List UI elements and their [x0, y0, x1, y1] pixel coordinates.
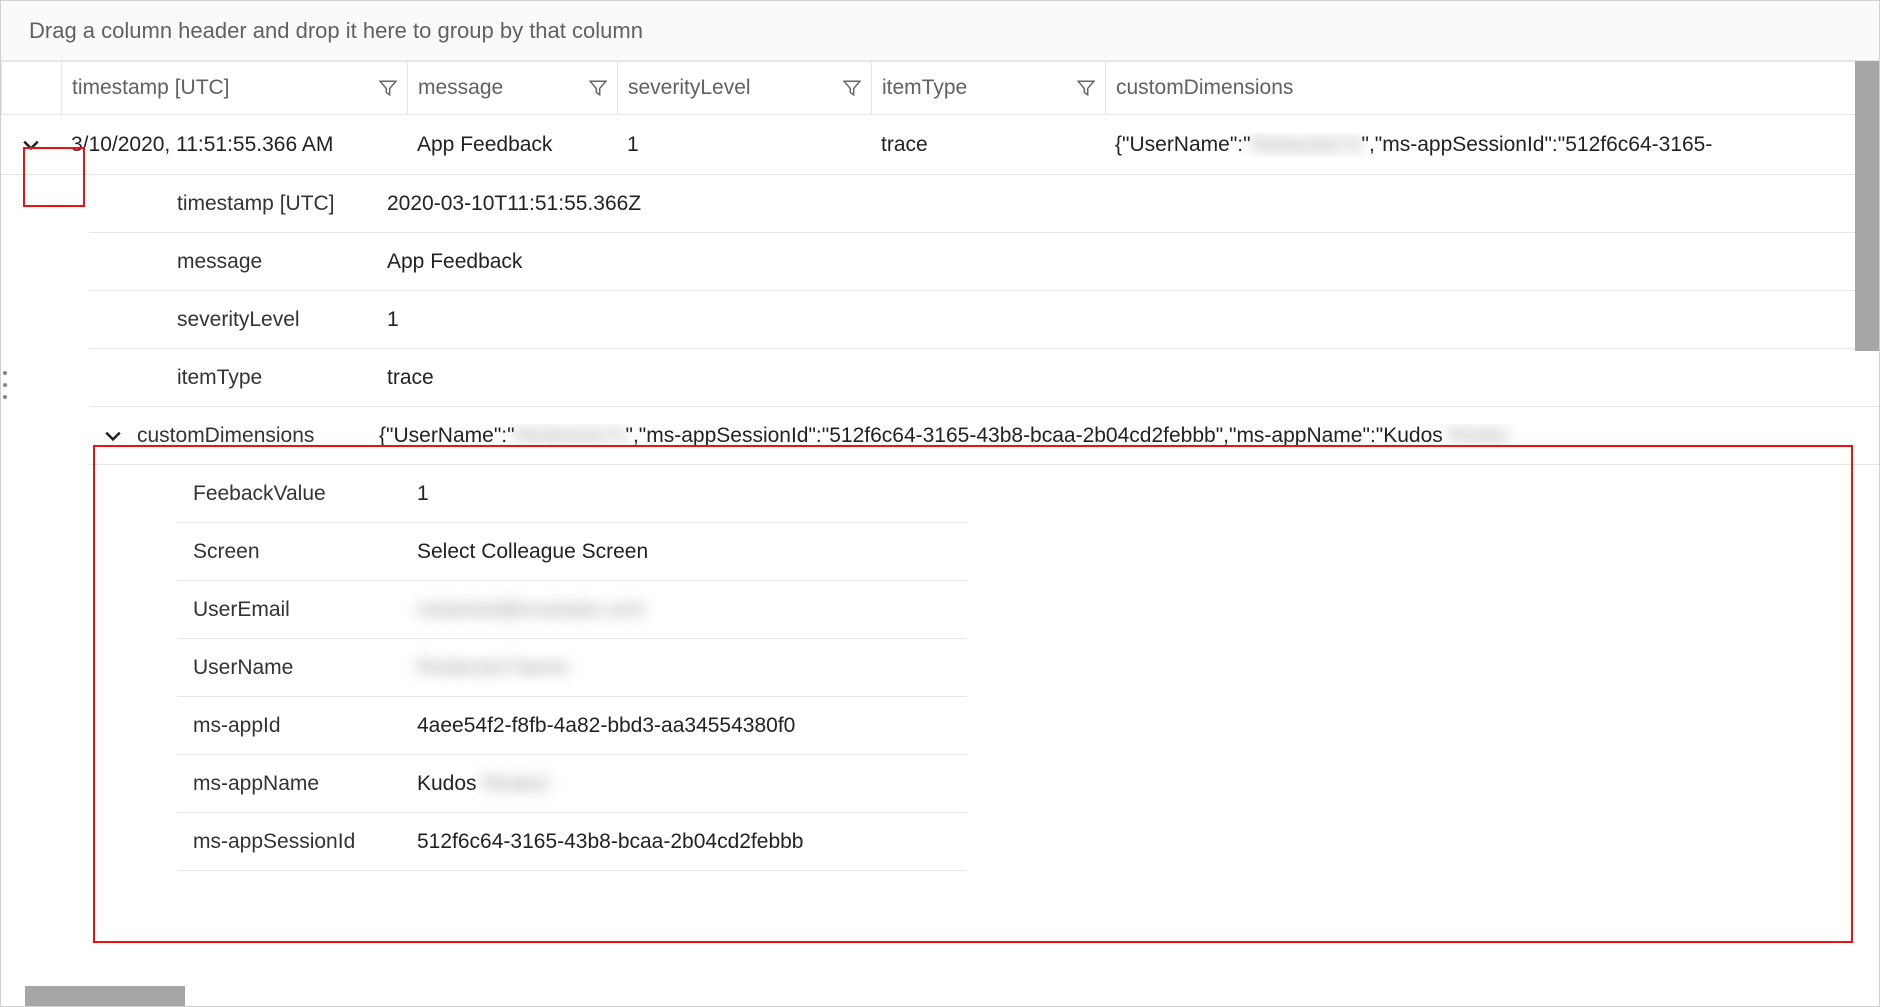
detail-key: message — [89, 250, 379, 274]
cd-ms-appid: ms-appId 4aee54f2-f8fb-4a82-bbd3-aa34554… — [177, 697, 967, 755]
cd-ms-appsession: ms-appSessionId 512f6c64-3165-43b8-bcaa-… — [177, 813, 967, 871]
itemtype-cell: trace — [871, 133, 1105, 157]
detail-customdimensions[interactable]: customDimensions {"UserName":"Redacted N… — [89, 407, 1879, 465]
filter-icon[interactable] — [843, 79, 861, 97]
timestamp-column-header[interactable]: timestamp [UTC] — [62, 62, 408, 115]
redacted-username: Redacted Name — [417, 656, 569, 679]
message-header-label: message — [418, 76, 503, 99]
cd-value: Select Colleague Screen — [407, 540, 967, 564]
detail-value: {"UserName":"Redacted N","ms-appSessionI… — [379, 424, 1879, 448]
detail-key: itemType — [89, 366, 379, 390]
row-details: timestamp [UTC] 2020-03-10T11:51:55.366Z… — [89, 175, 1879, 871]
severity-cell: 1 — [617, 133, 871, 157]
cd-value: 1 — [407, 482, 967, 506]
severity-column-header[interactable]: severityLevel — [618, 62, 872, 115]
vertical-scrollbar-thumb[interactable] — [1855, 61, 1879, 351]
cd-value: redacted@example.com — [407, 598, 967, 622]
filter-icon[interactable] — [1077, 79, 1095, 97]
filter-icon[interactable] — [589, 79, 607, 97]
cd-username: UserName Redacted Name — [177, 639, 967, 697]
message-cell: App Feedback — [407, 133, 617, 157]
cd-key: ms-appName — [177, 772, 407, 796]
group-by-drop-zone[interactable]: Drag a column header and drop it here to… — [1, 1, 1879, 61]
redacted-appname-suffix: Redac — [1449, 424, 1510, 447]
filter-icon[interactable] — [379, 79, 397, 97]
detail-value: 2020-03-10T11:51:55.366Z — [379, 192, 1879, 216]
cd-feedbackvalue: FeebackValue 1 — [177, 465, 967, 523]
itemtype-header-label: itemType — [882, 76, 967, 99]
detail-key: severityLevel — [89, 308, 379, 332]
detail-key: customDimensions — [137, 424, 379, 448]
expand-row-toggle[interactable] — [1, 115, 61, 175]
redacted-username: Redacted N — [1251, 133, 1362, 156]
detail-itemtype: itemType trace — [89, 349, 1879, 407]
redacted-username: Redacted N — [515, 424, 626, 447]
cd-ms-appname: ms-appName Kudos Redact — [177, 755, 967, 813]
severity-header-label: severityLevel — [628, 76, 751, 99]
cd-key: Screen — [177, 540, 407, 564]
customdimensions-header-label: customDimensions — [1116, 76, 1293, 99]
detail-key: timestamp [UTC] — [89, 192, 379, 216]
cd-key: ms-appId — [177, 714, 407, 738]
cd-key: UserEmail — [177, 598, 407, 622]
cd-value: Kudos Redact — [407, 772, 967, 796]
timestamp-header-label: timestamp [UTC] — [72, 76, 230, 99]
message-column-header[interactable]: message — [408, 62, 618, 115]
cd-useremail: UserEmail redacted@example.com — [177, 581, 967, 639]
customdimensions-details: FeebackValue 1 Screen Select Colleague S… — [177, 465, 1879, 871]
itemtype-column-header[interactable]: itemType — [872, 62, 1106, 115]
detail-value: 1 — [379, 308, 1879, 332]
cd-value: Redacted Name — [407, 656, 967, 680]
grid-scroll-area: timestamp [UTC] message severityLevel it… — [1, 61, 1879, 994]
redacted-email: redacted@example.com — [417, 598, 645, 621]
detail-severity: severityLevel 1 — [89, 291, 1879, 349]
chevron-down-icon — [22, 136, 40, 154]
horizontal-scrollbar-thumb[interactable] — [25, 986, 185, 1006]
detail-value: App Feedback — [379, 250, 1879, 274]
expand-customdimensions-toggle[interactable] — [89, 427, 137, 445]
cd-screen: Screen Select Colleague Screen — [177, 523, 967, 581]
customdimensions-cell: {"UserName":"Redacted N","ms-appSessionI… — [1105, 133, 1879, 157]
cd-value: 512f6c64-3165-43b8-bcaa-2b04cd2febbb — [407, 830, 967, 854]
cd-key: ms-appSessionId — [177, 830, 407, 854]
cd-value: 4aee54f2-f8fb-4a82-bbd3-aa34554380f0 — [407, 714, 967, 738]
detail-value: trace — [379, 366, 1879, 390]
expand-column-header — [2, 62, 62, 115]
redacted-appname-suffix: Redact — [482, 772, 549, 795]
cd-key: UserName — [177, 656, 407, 680]
chevron-down-icon — [104, 427, 122, 445]
cd-key: FeebackValue — [177, 482, 407, 506]
column-header-row: timestamp [UTC] message severityLevel it… — [1, 61, 1879, 115]
data-grid-frame: Drag a column header and drop it here to… — [0, 0, 1880, 1007]
detail-timestamp: timestamp [UTC] 2020-03-10T11:51:55.366Z — [89, 175, 1879, 233]
table-row[interactable]: 3/10/2020, 11:51:55.366 AM App Feedback … — [1, 115, 1879, 175]
customdimensions-column-header[interactable]: customDimensions — [1106, 62, 1879, 115]
detail-message: message App Feedback — [89, 233, 1879, 291]
group-by-hint: Drag a column header and drop it here to… — [29, 18, 643, 43]
timestamp-cell: 3/10/2020, 11:51:55.366 AM — [61, 133, 407, 157]
